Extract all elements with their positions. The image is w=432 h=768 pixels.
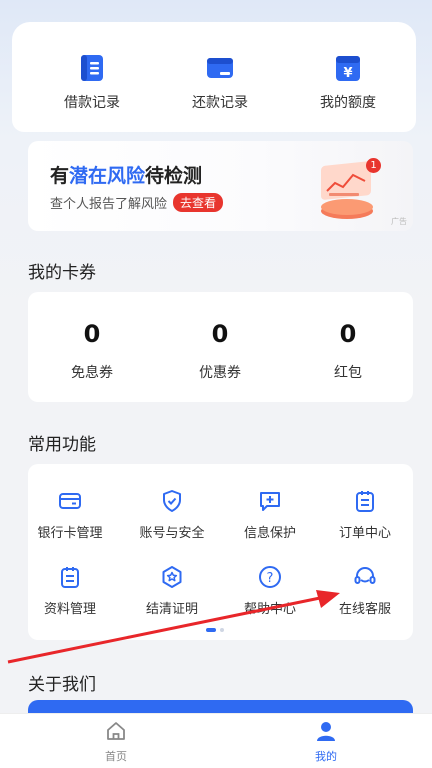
order-list-icon [352,488,378,514]
ad-tag: 广告 [391,217,407,226]
svg-text:?: ? [267,571,274,586]
function-label: 账号与安全 [139,526,205,541]
risk-check-banner[interactable]: 有潜在风险待检测 查个人报告了解风险 去查看 1 广告 [28,141,413,231]
coupon-count: 0 [83,320,101,348]
repay-record-button[interactable]: 还款记录 [160,52,280,112]
tab-mine[interactable]: 我的 [276,720,376,764]
interest-free-coupon[interactable]: 0 免息券 [28,320,156,382]
shield-check-icon [159,488,185,514]
user-icon [276,720,376,746]
loan-record-label: 借款记录 [64,95,120,111]
coupon-count: 0 [339,320,357,348]
promo-subtitle: 查个人报告了解风险 去查看 [50,193,224,212]
function-label: 银行卡管理 [37,526,103,541]
bottom-tab-bar: 首页 我的 [0,713,432,768]
document-manage-button[interactable]: 资料管理 [22,564,118,617]
coupons-card: 0 免息券 0 优惠券 0 红包 [28,292,413,402]
online-service-button[interactable]: 在线客服 [317,564,413,617]
page-dot [220,628,224,632]
function-label: 在线客服 [338,602,391,617]
home-icon [66,720,166,746]
credit-limit-icon: ¥ [332,52,364,84]
bank-card-icon [57,488,83,514]
certificate-icon [159,564,185,590]
loan-record-button[interactable]: 借款记录 [32,52,152,112]
page-dot-active [206,628,216,632]
quick-actions-card: 借款记录 还款记录 ¥ 我的额度 [12,22,416,132]
coupon-label: 免息券 [71,365,113,381]
order-center-button[interactable]: 订单中心 [317,488,413,541]
credit-limit-button[interactable]: ¥ 我的额度 [288,52,408,112]
tab-home[interactable]: 首页 [66,720,166,764]
coupon-count: 0 [211,320,229,348]
function-label: 资料管理 [43,602,96,617]
coupon-label: 红包 [334,365,362,381]
view-button[interactable]: 去查看 [173,193,224,212]
help-center-button[interactable]: ? 帮助中心 [222,564,318,617]
function-label: 信息保护 [243,526,296,541]
coupons-section-title: 我的卡券 [28,263,96,283]
info-protect-icon [257,488,283,514]
svg-text:¥: ¥ [343,66,352,81]
function-label: 订单中心 [338,526,391,541]
settlement-cert-button[interactable]: 结清证明 [124,564,220,617]
functions-card: 银行卡管理 账号与安全 信息保护 订单中心 资料管理 结清证明 ? 帮助中心 在… [28,464,413,640]
credit-limit-label: 我的额度 [320,95,376,111]
about-section-title: 关于我们 [28,675,96,695]
coupon-label: 优惠券 [199,365,241,381]
account-security-button[interactable]: 账号与安全 [124,488,220,541]
bank-card-manage-button[interactable]: 银行卡管理 [22,488,118,541]
functions-section-title: 常用功能 [28,435,96,455]
notification-badge: 1 [366,158,381,173]
red-packet-coupon[interactable]: 0 红包 [284,320,412,382]
info-protect-button[interactable]: 信息保护 [222,488,318,541]
help-icon: ? [257,564,283,590]
promo-title: 有潜在风险待检测 [50,165,203,187]
repay-record-icon [204,52,236,84]
loan-record-icon [76,52,108,84]
repay-record-label: 还款记录 [192,95,248,111]
document-icon [57,564,83,590]
headset-icon [352,564,378,590]
function-label: 帮助中心 [243,602,296,617]
function-label: 结清证明 [145,602,198,617]
discount-coupon[interactable]: 0 优惠券 [156,320,284,382]
tab-label: 我的 [315,750,337,763]
tab-label: 首页 [105,750,127,763]
